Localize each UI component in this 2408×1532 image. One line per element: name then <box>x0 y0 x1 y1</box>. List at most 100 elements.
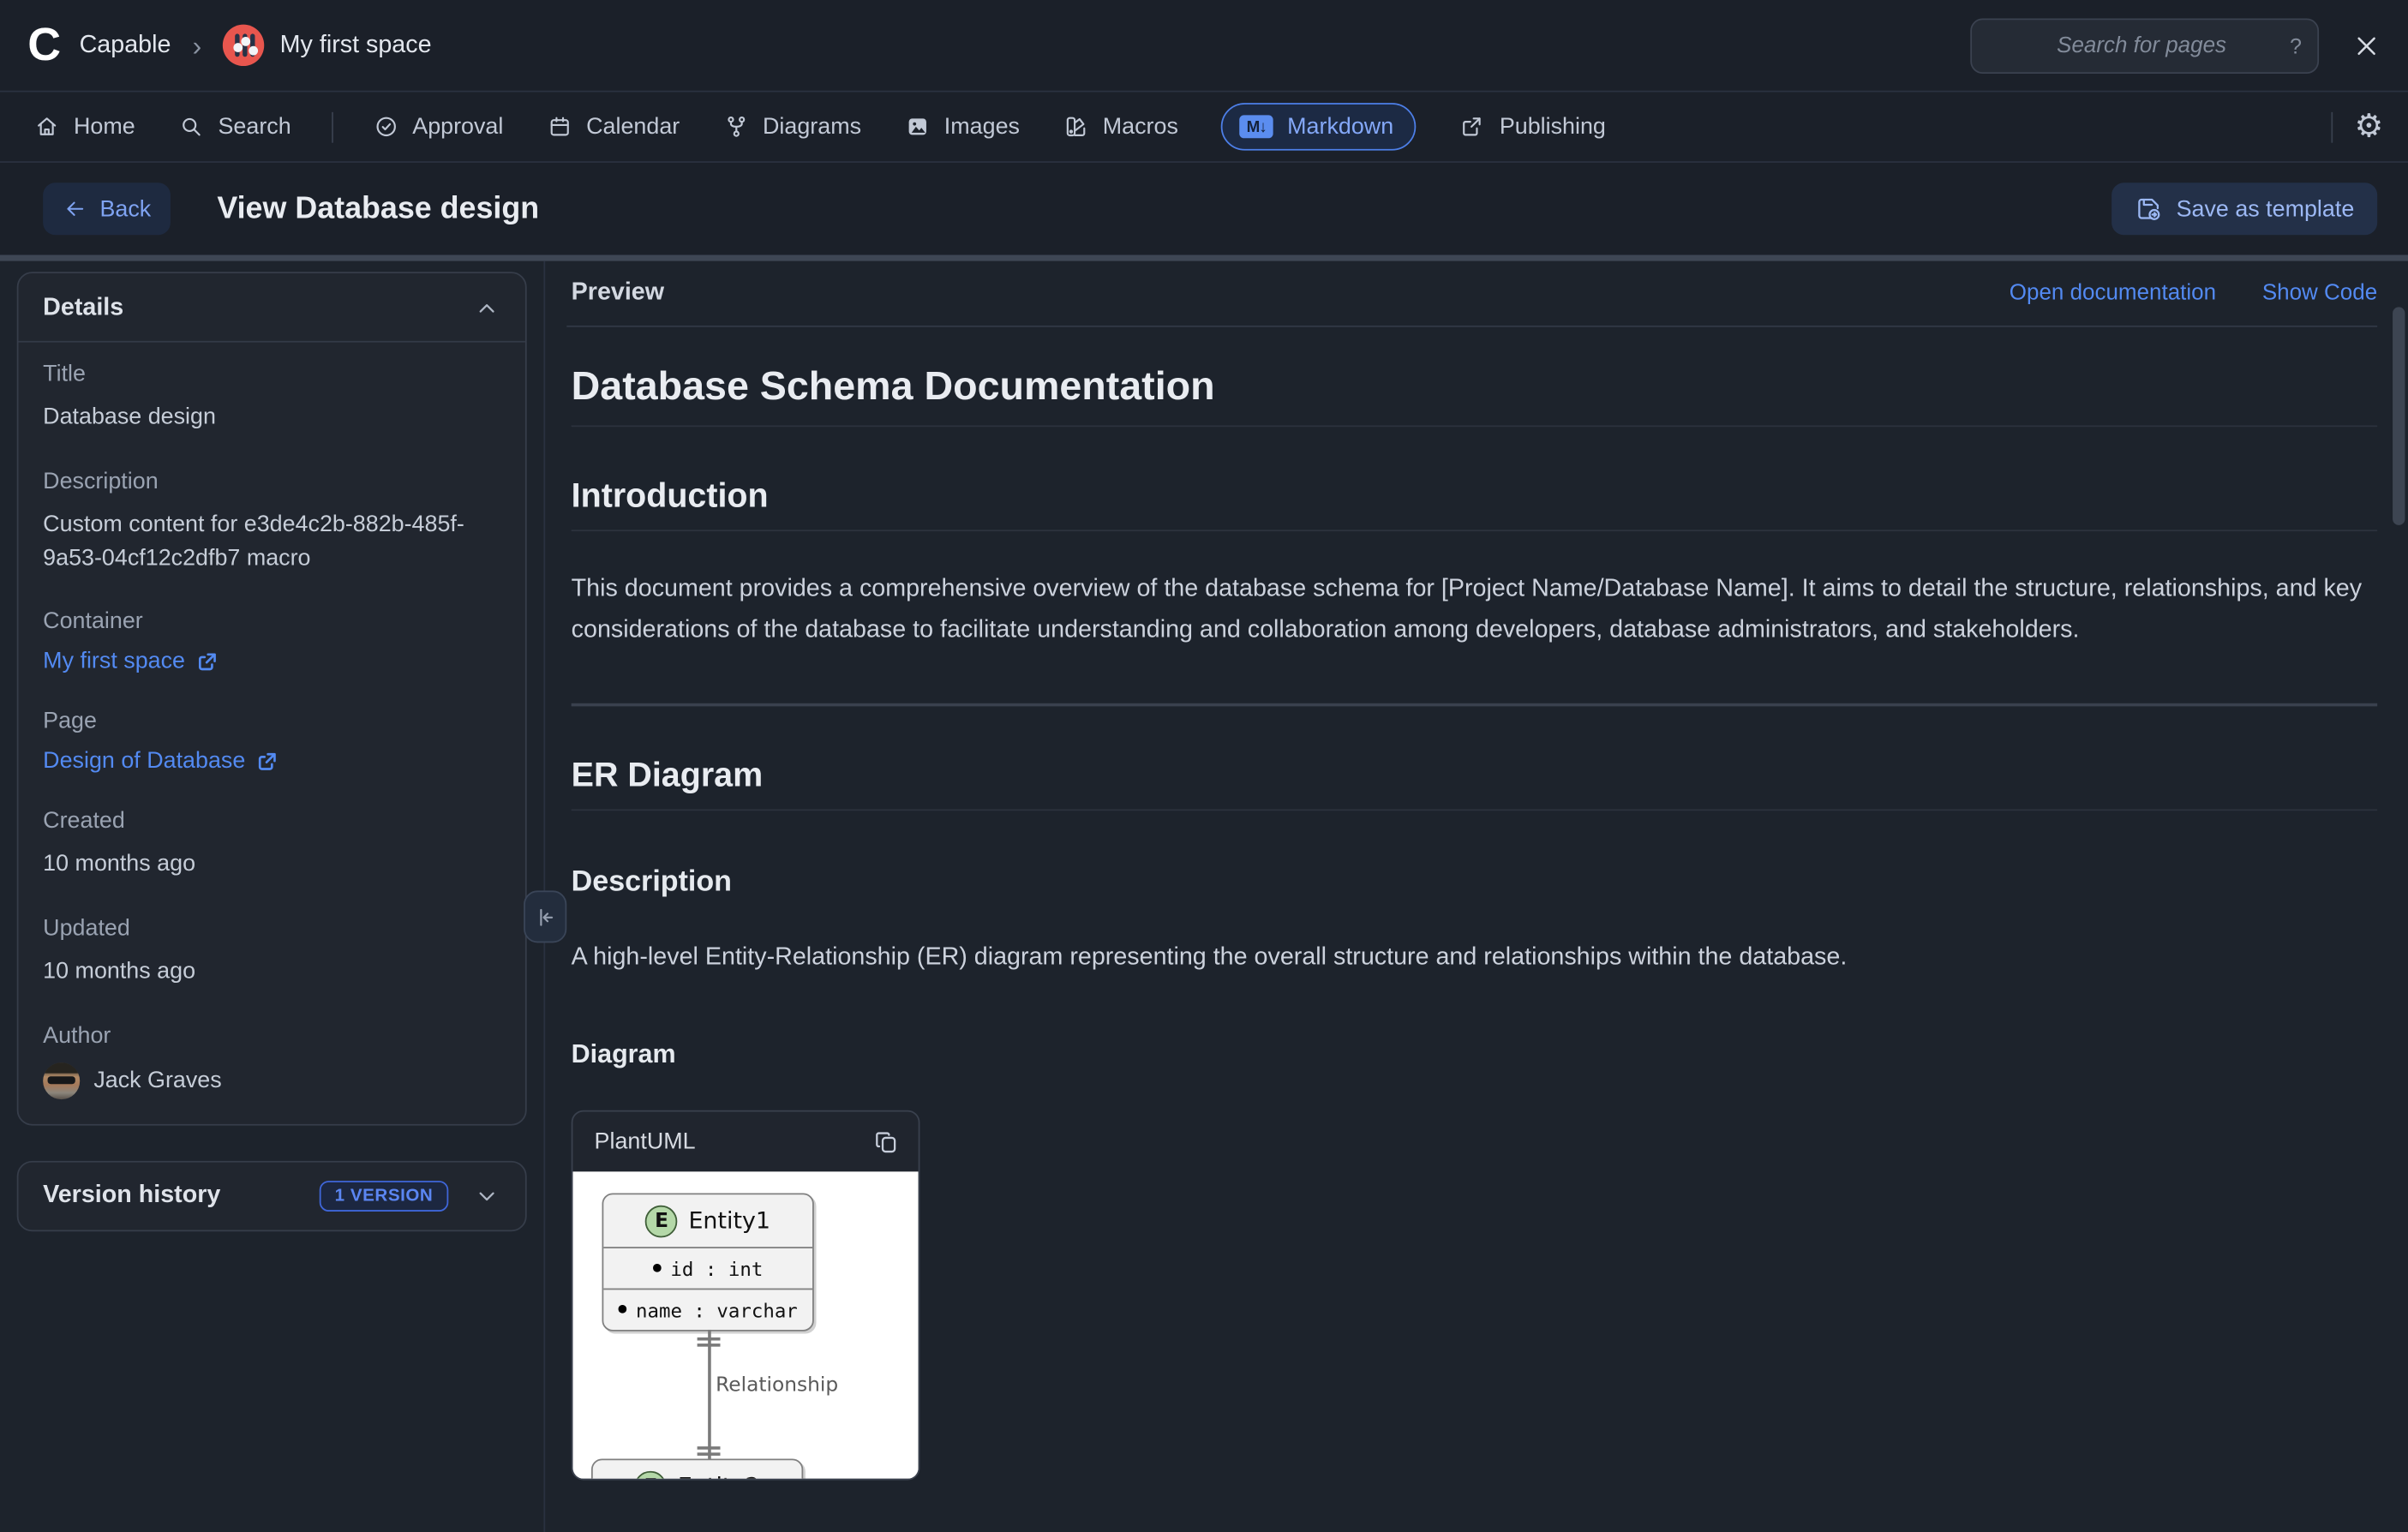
entity-name: Entity2 <box>678 1473 760 1479</box>
field-label: Updated <box>43 915 500 941</box>
details-card-header[interactable]: Details <box>19 273 525 343</box>
field-label: Description <box>43 468 500 494</box>
field-label: Title <box>43 361 500 386</box>
nav-item-search[interactable]: Search <box>178 114 291 140</box>
doc-er-heading: ER Diagram <box>572 756 2378 811</box>
search-input[interactable] <box>1993 32 2290 59</box>
link-text: My first space <box>43 649 185 674</box>
chevron-up-icon[interactable] <box>473 295 500 322</box>
field-title: Title Database design <box>43 361 500 434</box>
scrollbar-thumb[interactable] <box>2393 307 2405 524</box>
nav-item-calendar[interactable]: Calendar <box>547 114 680 140</box>
close-icon[interactable] <box>2350 28 2383 62</box>
nav-item-macros[interactable]: Macros <box>1063 114 1178 140</box>
details-card-body: Title Database design Description Custom… <box>19 343 525 1124</box>
external-link-icon <box>256 751 278 772</box>
breadcrumb-brand[interactable]: Capable <box>80 32 171 59</box>
image-icon <box>904 114 930 140</box>
app-logo-icon[interactable]: C <box>27 22 61 69</box>
nav-item-publishing[interactable]: Publishing <box>1459 114 1606 140</box>
share-box-icon <box>1459 114 1485 140</box>
field-label: Created <box>43 808 500 834</box>
nav-label: Calendar <box>586 114 680 140</box>
plantuml-title: PlantUML <box>595 1128 872 1154</box>
breadcrumb-space[interactable]: My first space <box>280 32 432 59</box>
topbar: C Capable › My first space ? <box>0 0 2408 93</box>
search-icon <box>178 114 204 140</box>
uml-entity1-header: E Entity1 <box>603 1194 812 1247</box>
save-as-template-label: Save as template <box>2177 195 2355 221</box>
sidebar-collapse-button[interactable] <box>524 890 566 943</box>
copy-icon[interactable] <box>872 1128 900 1155</box>
check-circle-icon <box>373 114 398 140</box>
preview-pane: Preview Open documentation Show Code Dat… <box>545 261 2408 1499</box>
page-title: View Database design <box>217 191 539 226</box>
nav-item-approval[interactable]: Approval <box>373 114 504 140</box>
external-link-icon <box>196 650 218 672</box>
details-card: Details Title Database design Descriptio… <box>17 272 527 1125</box>
nav-divider <box>2332 111 2333 142</box>
chevron-right-icon: › <box>193 32 202 59</box>
doc-title: Database Schema Documentation <box>572 362 2378 427</box>
space-avatar-icon[interactable] <box>223 25 264 66</box>
doc-description-paragraph: A high-level Entity-Relationship (ER) di… <box>572 937 2378 978</box>
nav-divider <box>331 111 332 142</box>
author-name: Jack Graves <box>93 1064 221 1098</box>
entity-badge-icon: E <box>645 1205 678 1237</box>
uml-cardinality-tick <box>698 1452 721 1455</box>
doc-intro-paragraph: This document provides a comprehensive o… <box>572 568 2378 651</box>
preview-header: Preview Open documentation Show Code <box>566 261 2377 327</box>
save-as-template-button[interactable]: Save as template <box>2111 183 2377 235</box>
nav-label: Markdown <box>1287 114 1393 140</box>
nav-item-markdown[interactable]: M↓ Markdown <box>1221 103 1417 151</box>
entity-field: name : varchar <box>603 1289 812 1330</box>
field-description: Description Custom content for e3de4c2b-… <box>43 468 500 575</box>
page-link[interactable]: Design of Database <box>43 748 500 774</box>
save-template-icon <box>2135 195 2162 223</box>
nav-label: Home <box>74 114 135 140</box>
nav-label: Search <box>219 114 291 140</box>
doc-intro-heading: Introduction <box>572 476 2378 532</box>
doc-diagram-heading: Diagram <box>572 1039 2378 1070</box>
collapse-left-icon <box>532 904 558 930</box>
plantuml-diagram: E Entity1 id : int name : varchar Relati… <box>572 1171 918 1478</box>
nav-right: ⚙ <box>2334 111 2383 143</box>
container-link[interactable]: My first space <box>43 649 500 674</box>
nav-label: Approval <box>412 114 503 140</box>
author-row: Jack Graves <box>43 1062 500 1099</box>
content-area: Details Title Database design Descriptio… <box>0 261 2408 1532</box>
document: Database Schema Documentation Introducti… <box>566 362 2377 1481</box>
field-author: Author Jack Graves <box>43 1022 500 1099</box>
nav-item-images[interactable]: Images <box>904 114 1020 140</box>
nav-item-home[interactable]: Home <box>33 114 135 140</box>
field-value: 10 months ago <box>43 848 500 882</box>
arrow-left-icon <box>63 196 87 221</box>
version-history-card[interactable]: Version history 1 VERSION <box>17 1160 527 1230</box>
uml-cardinality-tick <box>698 1446 721 1449</box>
version-count-badge: 1 VERSION <box>320 1181 449 1212</box>
open-documentation-link[interactable]: Open documentation <box>2010 281 2216 306</box>
field-created: Created 10 months ago <box>43 808 500 882</box>
uml-cardinality-tick <box>698 1343 721 1346</box>
app-window: C Capable › My first space ? Home Search <box>0 0 2408 1532</box>
search-box[interactable]: ? <box>1970 18 2319 74</box>
uml-entity2-header: E Entity2 <box>593 1460 802 1479</box>
details-title: Details <box>43 295 473 322</box>
field-value: 10 months ago <box>43 955 500 989</box>
navbar: Home Search Approval Calendar Diagrams I… <box>0 93 2408 163</box>
page-header: Back View Database design Save as templa… <box>0 163 2408 255</box>
uml-entity1: E Entity1 id : int name : varchar <box>602 1193 814 1331</box>
uml-relationship-label: Relationship <box>716 1374 838 1397</box>
nav-item-diagrams[interactable]: Diagrams <box>722 114 861 140</box>
avatar <box>43 1062 80 1099</box>
entity-field: id : int <box>603 1247 812 1288</box>
doc-description-heading: Description <box>572 866 2378 900</box>
search-shortcut-hint: ? <box>2290 33 2302 58</box>
gear-icon[interactable]: ⚙ <box>2355 111 2384 143</box>
show-code-link[interactable]: Show Code <box>2262 281 2377 306</box>
back-button[interactable]: Back <box>43 183 171 235</box>
chevron-down-icon[interactable] <box>473 1182 500 1209</box>
plantuml-card: PlantUML E Entity1 id : int name : <box>572 1110 920 1481</box>
version-history-title: Version history <box>43 1182 319 1209</box>
field-updated: Updated 10 months ago <box>43 915 500 989</box>
